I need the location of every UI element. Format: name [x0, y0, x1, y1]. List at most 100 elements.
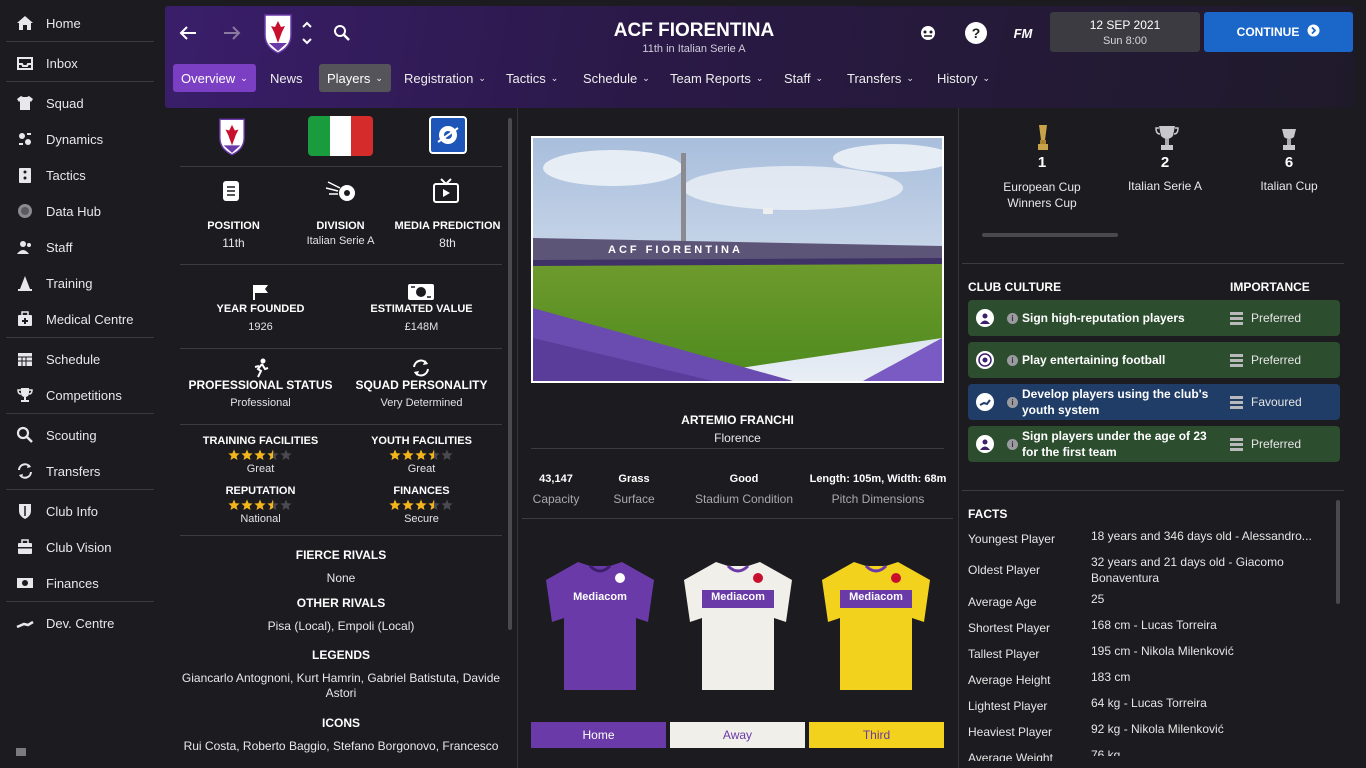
- tab-transfers[interactable]: Transfers ⌄: [839, 64, 922, 92]
- trophy-name[interactable]: European Cup Winners Cup: [982, 179, 1102, 211]
- tab-overview[interactable]: Overview ⌄: [173, 64, 256, 92]
- club-crest-icon[interactable]: [218, 116, 248, 158]
- stadium-photo: ACF FIORENTINA: [531, 136, 944, 383]
- nav-item-club-info[interactable]: Club Info: [0, 496, 163, 526]
- culture-row[interactable]: i Sign players under the age of 23 for t…: [968, 426, 1340, 462]
- tab-players[interactable]: Players ⌄: [319, 64, 391, 92]
- trophy-count: 1: [1037, 154, 1047, 171]
- club-header: ACF FIORENTINA 11th in Italian Serie A ?…: [165, 6, 1355, 108]
- facts-scrollbar[interactable]: [1336, 500, 1340, 604]
- nav-item-scouting[interactable]: Scouting: [0, 420, 163, 450]
- current-date: 12 SEP 2021: [1089, 18, 1161, 32]
- document-list-icon: [222, 180, 244, 202]
- nav-item-transfers[interactable]: Transfers: [0, 456, 163, 486]
- culture-row[interactable]: i Develop players using the club's youth…: [968, 384, 1340, 420]
- star-icon: [441, 448, 453, 460]
- trophy-name[interactable]: Italian Cup: [1229, 179, 1349, 193]
- home-kit-button[interactable]: Home: [531, 722, 666, 748]
- info-icon[interactable]: i: [1007, 312, 1018, 324]
- star-icon: [441, 498, 453, 510]
- nav-item-squad[interactable]: Squad: [0, 88, 163, 118]
- fact-value[interactable]: 92 kg - Nikola Milenković: [1091, 721, 1331, 737]
- home-kit-shirt[interactable]: Mediacom: [538, 556, 662, 696]
- divider: [962, 490, 1344, 491]
- fact-value[interactable]: 64 kg - Lucas Torreira: [1091, 695, 1331, 711]
- nav-label: Staff: [46, 239, 73, 255]
- serie-a-logo-icon[interactable]: [429, 116, 467, 154]
- fm-menu-button[interactable]: FM: [1009, 22, 1037, 44]
- importance-bars-icon: [1230, 353, 1243, 367]
- trophy-name[interactable]: Italian Serie A: [1105, 179, 1225, 193]
- legends-value[interactable]: Giancarlo Antognoni, Kurt Hamrin, Gabrie…: [180, 671, 502, 701]
- fact-value[interactable]: 18 years and 346 days old - Alessandro..…: [1091, 528, 1331, 544]
- nav-item-dynamics[interactable]: Dynamics: [0, 124, 163, 154]
- nav-item-medical-centre[interactable]: Medical Centre: [0, 304, 163, 334]
- continue-button[interactable]: CONTINUE: [1204, 12, 1353, 52]
- tab-label: Staff: [784, 70, 811, 86]
- info-icon[interactable]: i: [1007, 354, 1018, 366]
- youth-facilities-value: Great: [407, 463, 436, 475]
- arrow-circle-icon: [1307, 24, 1320, 40]
- home-icon: [16, 14, 34, 32]
- fact-key: Tallest Player: [968, 647, 1040, 661]
- fact-value[interactable]: 168 cm - Lucas Torreira: [1091, 617, 1331, 633]
- training-facilities-value: Great: [246, 463, 275, 475]
- star-icon: [254, 448, 266, 460]
- tab-label: Players: [327, 70, 371, 86]
- tab-registration[interactable]: Registration ⌄: [396, 64, 494, 92]
- other-rivals-value[interactable]: Pisa (Local), Empoli (Local): [180, 619, 502, 633]
- trophy-scrollbar[interactable]: [982, 233, 1118, 237]
- tab-news[interactable]: News: [262, 64, 311, 92]
- nav-item-inbox[interactable]: Inbox: [0, 48, 163, 78]
- scrollbar[interactable]: [508, 118, 512, 630]
- legends-label: LEGENDS: [311, 648, 370, 662]
- kit-sponsor-text: Mediacom: [573, 591, 627, 603]
- inbox-icon: [16, 54, 34, 72]
- divider: [522, 518, 953, 519]
- away-kit-shirt[interactable]: Mediacom: [676, 556, 800, 696]
- help-button[interactable]: ?: [965, 22, 987, 44]
- nav-item-tactics[interactable]: Tactics: [0, 160, 163, 190]
- nav-item-home[interactable]: Home: [0, 8, 163, 38]
- transfer-arrows-icon: [16, 462, 34, 480]
- tab-label: Registration: [404, 70, 474, 86]
- tab-staff[interactable]: Staff ⌄: [776, 64, 831, 92]
- italy-flag-icon[interactable]: [308, 116, 373, 156]
- tab-team-reports[interactable]: Team Reports ⌄: [662, 64, 771, 92]
- stadium-name[interactable]: ARTEMIO FRANCHI: [531, 413, 944, 427]
- social-feed-icon[interactable]: [917, 22, 939, 44]
- third-kit-shirt[interactable]: Mediacom: [814, 556, 938, 696]
- nav-item-competitions[interactable]: Competitions: [0, 380, 163, 410]
- fact-value[interactable]: 195 cm - Nikola Milenković: [1091, 643, 1331, 659]
- nav-item-schedule[interactable]: Schedule: [0, 344, 163, 374]
- division-value[interactable]: Italian Serie A: [287, 235, 394, 247]
- info-icon[interactable]: i: [1007, 438, 1018, 450]
- third-kit-button[interactable]: Third: [809, 722, 944, 748]
- culture-row[interactable]: i Play entertaining football Preferred: [968, 342, 1340, 378]
- facts-title: FACTS: [968, 507, 1008, 521]
- tab-history[interactable]: History ⌄: [929, 64, 998, 92]
- nav-item-club-vision[interactable]: Club Vision: [0, 532, 163, 562]
- icons-value[interactable]: Rui Costa, Roberto Baggio, Stefano Borgo…: [180, 739, 502, 753]
- culture-row[interactable]: i Sign high-reputation players Preferred: [968, 300, 1340, 336]
- chevron-down-icon: ⌄: [982, 72, 990, 83]
- stadium-banner-text: ACF FIORENTINA: [608, 244, 743, 256]
- training-cone-icon: [16, 274, 34, 292]
- away-kit-button[interactable]: Away: [670, 722, 805, 748]
- tab-schedule[interactable]: Schedule ⌄: [575, 64, 658, 92]
- tab-tactics[interactable]: Tactics ⌄: [498, 64, 566, 92]
- stadium-city[interactable]: Florence: [531, 431, 944, 445]
- nav-item-dev-centre[interactable]: Dev. Centre: [0, 608, 163, 638]
- divider: [531, 448, 944, 449]
- kit-sponsor-text: Mediacom: [711, 591, 765, 603]
- tab-label: Team Reports: [670, 70, 751, 86]
- info-icon[interactable]: i: [1007, 396, 1018, 408]
- fact-value[interactable]: 32 years and 21 days old - Giacomo Bonav…: [1091, 554, 1331, 586]
- tab-label: Transfers: [847, 70, 902, 86]
- nav-item-data-hub[interactable]: Data Hub: [0, 196, 163, 226]
- nav-item-staff[interactable]: Staff: [0, 232, 163, 262]
- money-value-icon: [407, 283, 435, 301]
- squad-personality-label: SQUAD PERSONALITY: [355, 378, 488, 392]
- nav-item-training[interactable]: Training: [0, 268, 163, 298]
- nav-item-finances[interactable]: Finances: [0, 568, 163, 598]
